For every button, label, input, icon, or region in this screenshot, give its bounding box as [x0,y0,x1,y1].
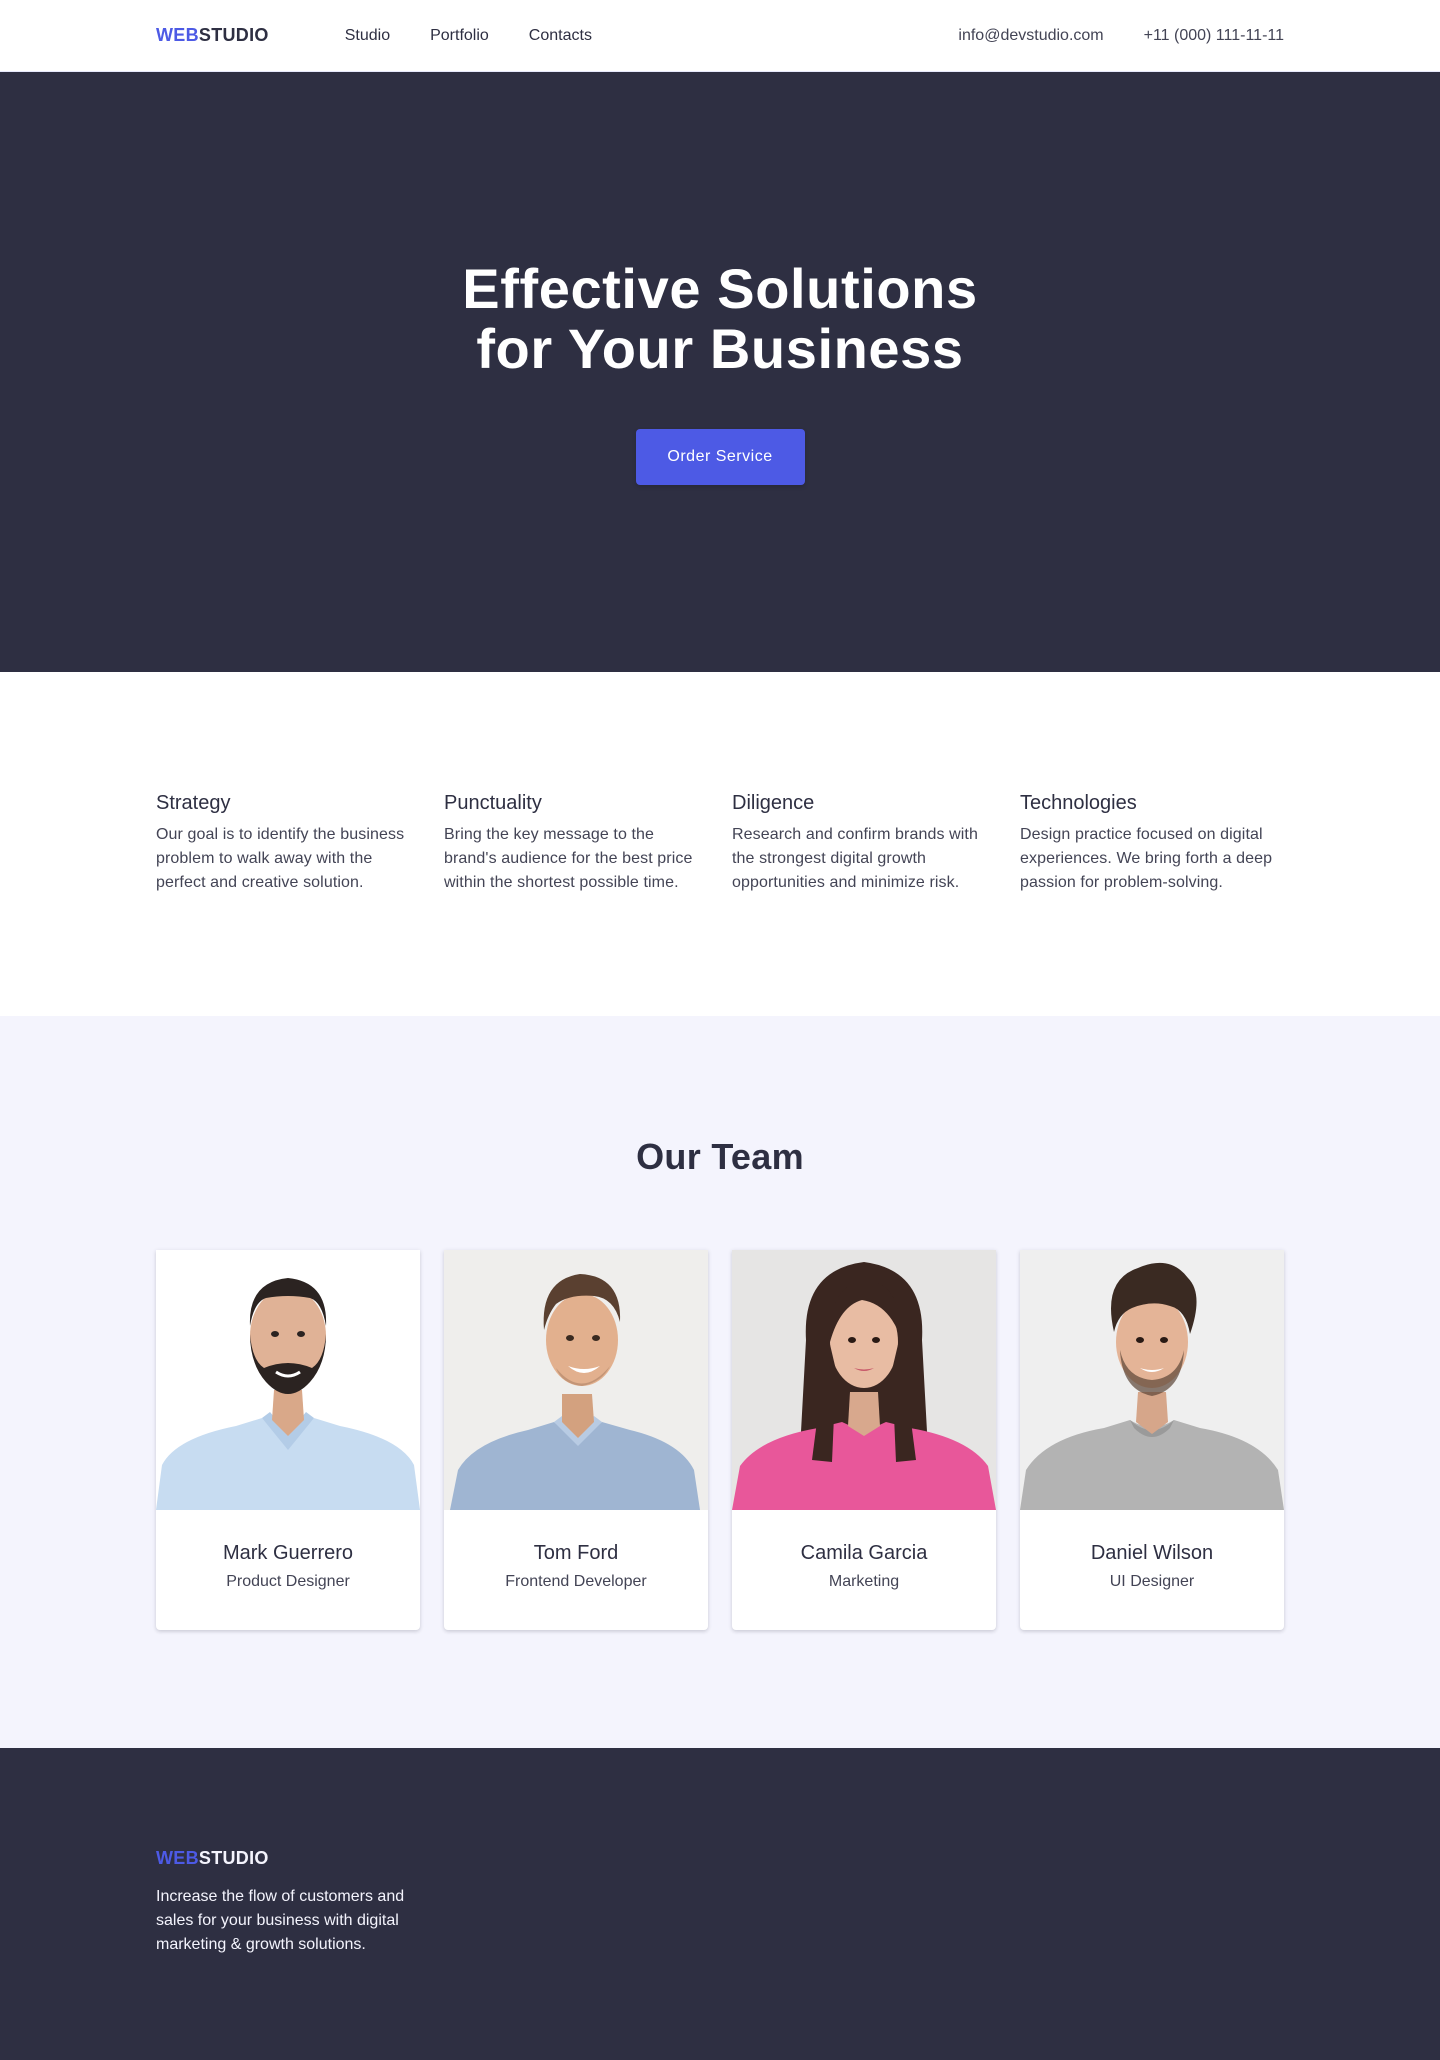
team-list: Mark Guerrero Product Designer Tom Ford … [156,1250,1284,1630]
man-beard-portrait-icon [156,1250,420,1510]
card-body: Daniel Wilson UI Designer [1020,1510,1284,1630]
member-role: Product Designer [226,1573,350,1590]
feature-item: Punctuality Bring the key message to the… [444,792,708,895]
member-name: Camila Garcia [800,1542,928,1564]
team-card: Daniel Wilson UI Designer [1020,1250,1284,1630]
header-container: WEBSTUDIO Studio Portfolio Contacts info… [156,0,1284,71]
header-logo[interactable]: WEBSTUDIO [156,25,269,46]
order-service-button[interactable]: Order Service [635,428,805,485]
team-card: Tom Ford Frontend Developer [444,1250,708,1630]
team-card: Camila Garcia Marketing [732,1250,996,1630]
card-body: Mark Guerrero Product Designer [156,1510,420,1630]
logo-accent: WEB [156,25,199,45]
feature-item: Diligence Research and confirm brands wi… [732,792,996,895]
man-curly-hair-portrait-icon [1020,1250,1284,1510]
logo-accent: WEB [156,1848,199,1868]
woman-portrait-icon [732,1250,996,1510]
feature-text: Research and confirm brands with the str… [732,826,978,891]
member-role: Frontend Developer [505,1573,647,1590]
feature-title: Strategy [156,792,231,814]
team-title: Our Team [636,1136,804,1177]
nav-link-contacts[interactable]: Contacts [529,27,592,45]
logo-rest: STUDIO [198,25,269,45]
nav-link-portfolio[interactable]: Portfolio [430,27,489,45]
card-body: Camila Garcia Marketing [732,1510,996,1630]
feature-title: Technologies [1020,792,1137,814]
footer-description: Increase the flow of customers and sales… [156,1888,405,1953]
features-section: Strategy Our goal is to identify the bus… [0,672,1440,1016]
hero-title-line-2: for Your Business [476,317,964,380]
hero-title: Effective Solutions for Your Business [462,259,977,379]
card-body: Tom Ford Frontend Developer [444,1510,708,1630]
header-contacts: info@devstudio.com +11 (000) 111-11-11 [958,27,1284,45]
site-footer: WEBSTUDIO Increase the flow of customers… [0,1748,1440,2060]
man-smiling-portrait-icon [444,1250,708,1510]
member-name: Tom Ford [533,1542,619,1564]
footer-logo[interactable]: WEBSTUDIO [156,1848,269,1868]
feature-text: Design practice focused on digital exper… [1020,826,1273,891]
member-role: Marketing [828,1573,900,1590]
team-card: Mark Guerrero Product Designer [156,1250,420,1630]
team-section: Our Team Mark Guerrero Product Designer … [0,1016,1440,1748]
phone-link[interactable]: +11 (000) 111-11-11 [1144,27,1284,45]
nav-link-studio[interactable]: Studio [345,27,390,45]
feature-title: Punctuality [444,792,542,814]
feature-text: Our goal is to identify the business pro… [156,826,405,891]
email-link[interactable]: info@devstudio.com [958,27,1103,45]
hero-section: Effective Solutions for Your Business Or… [0,72,1440,672]
main-nav: Studio Portfolio Contacts [345,27,592,45]
feature-item: Technologies Design practice focused on … [1020,792,1284,895]
member-name: Mark Guerrero [222,1542,354,1564]
feature-item: Strategy Our goal is to identify the bus… [156,792,420,895]
hero-title-line-1: Effective Solutions [462,257,978,321]
member-role: UI Designer [1109,1573,1195,1590]
feature-title: Diligence [732,792,815,814]
features-list: Strategy Our goal is to identify the bus… [156,792,1284,895]
logo-rest: STUDIO [198,1848,269,1868]
member-name: Daniel Wilson [1090,1542,1214,1564]
feature-text: Bring the key message to the brand's aud… [444,826,693,891]
site-header: WEBSTUDIO Studio Portfolio Contacts info… [0,0,1440,72]
